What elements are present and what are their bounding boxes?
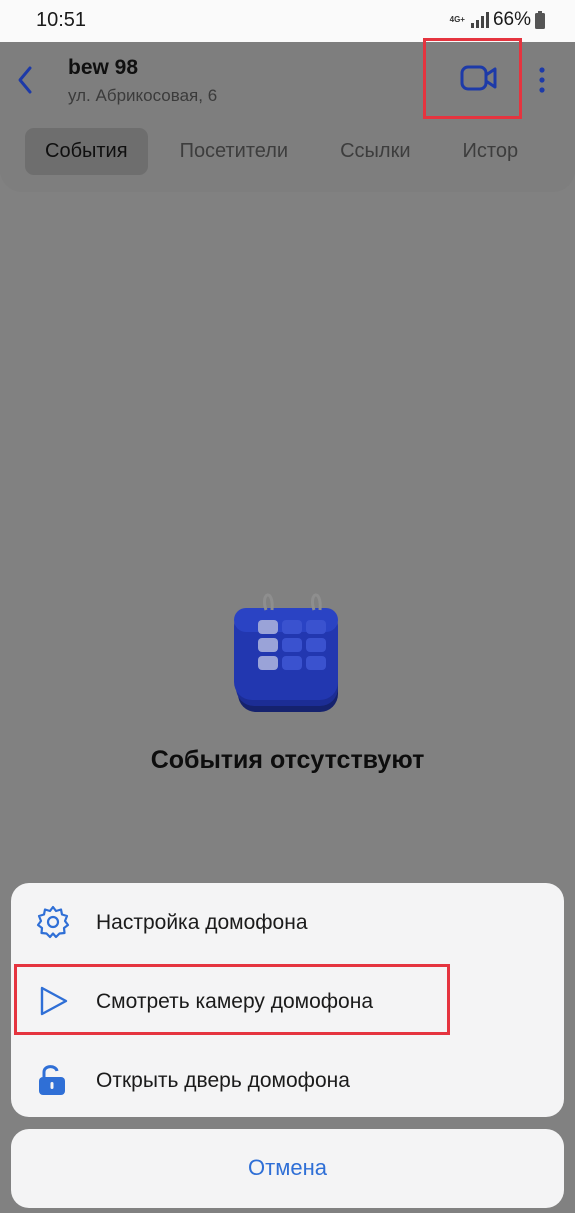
highlight-box xyxy=(14,964,450,1035)
video-camera-button[interactable] xyxy=(423,38,522,119)
network-type: 4G+ xyxy=(449,15,465,24)
status-icons: 4G+ 66% xyxy=(450,9,545,31)
menu-item-intercom-settings[interactable]: Настройка домофона xyxy=(11,885,564,957)
tab-history[interactable]: Истор xyxy=(443,128,539,175)
tab-bar: События Посетители Ссылки Истор xyxy=(25,128,550,175)
video-camera-icon xyxy=(460,65,497,91)
signal-icon xyxy=(470,12,489,28)
menu-item-open-door[interactable]: Открыть дверь домофона xyxy=(11,1043,564,1115)
back-arrow-icon[interactable] xyxy=(12,62,40,98)
calendar-illustration xyxy=(234,593,338,712)
status-time: 10:51 xyxy=(36,9,87,31)
page-title: bew 98 xyxy=(68,56,139,79)
gear-icon xyxy=(36,905,70,939)
page-subtitle: ул. Абрикосовая, 6 xyxy=(68,86,218,105)
tab-links[interactable]: Ссылки xyxy=(320,128,430,175)
cancel-label: Отмена xyxy=(248,1155,327,1180)
tab-events[interactable]: События xyxy=(25,128,148,175)
battery-percent: 66% xyxy=(492,9,531,30)
unlock-icon xyxy=(39,1065,65,1095)
tab-visitors[interactable]: Посетители xyxy=(160,128,309,175)
status-bar: 10:51 4G+ 66% xyxy=(0,0,575,42)
menu-item-label: Настройка домофона xyxy=(96,911,308,934)
top-app-bar: bew 98 ул. Абрикосовая, 6 События Посети… xyxy=(0,38,575,192)
empty-state-text: События отсутствуют xyxy=(150,746,425,774)
more-vertical-icon[interactable] xyxy=(536,66,548,94)
action-sheet: Настройка домофона Смотреть камеру домоф… xyxy=(11,883,564,1117)
battery-icon xyxy=(535,11,545,29)
cancel-button[interactable]: Отмена xyxy=(11,1129,564,1208)
menu-item-label: Открыть дверь домофона xyxy=(96,1069,350,1092)
